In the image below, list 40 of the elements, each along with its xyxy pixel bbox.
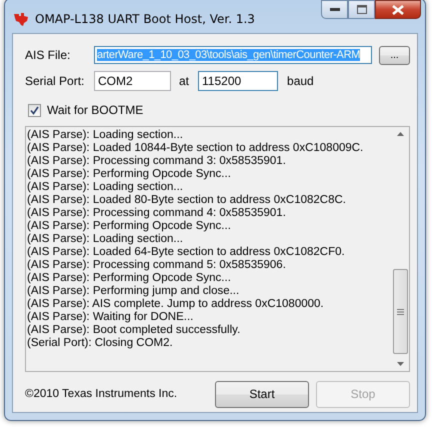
log-line: (AIS Parse): Processing command 5: 0x58535906. — [27, 259, 287, 272]
log-line: (AIS Parse): Loading section... — [27, 233, 184, 246]
baud-label: baud — [287, 74, 314, 88]
state-logo-icon — [13, 11, 29, 27]
window-title: OMAP-L138 UART Boot Host, Ver. 1.3 — [35, 12, 255, 26]
close-button[interactable] — [375, 0, 421, 19]
log-line: (AIS Parse): Processing command 3: 0x58535901. — [27, 155, 287, 168]
log-line: (AIS Parse): Loading section... — [27, 129, 184, 142]
at-label: at — [179, 74, 190, 88]
close-icon — [392, 4, 404, 14]
checkbox[interactable] — [28, 104, 41, 116]
log-line: (AIS Parse): AIS complete. Jump to address 0xC1080000. — [27, 298, 325, 311]
scroll-down-icon[interactable] — [397, 362, 404, 366]
log-line: (AIS Parse): Waiting for DONE... — [27, 311, 194, 324]
log-line: (AIS Parse): Performing Opcode Sync... — [27, 168, 232, 181]
log-line: (Serial Port): Closing COM2. — [27, 337, 174, 350]
checkbox-label: Wait for BOOTME — [47, 103, 144, 117]
maximize-icon — [356, 5, 366, 14]
minimize-icon — [330, 8, 340, 12]
log-line: (AIS Parse): Performing jump and close... — [27, 285, 240, 298]
log-line: (AIS Parse): Performing Opcode Sync... — [27, 272, 232, 285]
log-line: (AIS Parse): Loading section... — [27, 181, 184, 194]
scrollbar-thumb[interactable] — [393, 269, 408, 354]
log-line: (AIS Parse): Boot completed successfully. — [27, 324, 242, 337]
log-line: (AIS Parse): Loaded 80-Byte section to address 0xC1082C8C. — [27, 194, 347, 207]
start-button[interactable]: Start — [215, 380, 309, 408]
scroll-up-icon[interactable] — [397, 132, 404, 136]
copyright-text: ©2010 Texas Instruments Inc. — [25, 388, 178, 400]
minimize-button[interactable] — [321, 0, 348, 19]
browse-button[interactable]: ... — [379, 46, 410, 64]
baud-rate-field[interactable]: 115200 — [198, 71, 278, 91]
log-line: (AIS Parse): Processing command 4: 0x58535901. — [27, 207, 287, 220]
ais-file-label: AIS File: — [25, 48, 72, 62]
log-line: (AIS Parse): Loaded 64-Byte section to address 0xC1082CF0. — [27, 246, 346, 259]
maximize-button[interactable] — [348, 0, 375, 19]
log-line: (AIS Parse): Performing Opcode Sync... — [27, 220, 232, 233]
log-line: (AIS Parse): Loaded 10844-Byte section to address 0xC108009C. — [27, 142, 364, 155]
serial-port-field[interactable]: COM2 — [94, 71, 171, 91]
serial-port-label: Serial Port: — [25, 74, 86, 88]
file-path-text: arterWare_1_10_03_03\tools\ais_gen\timerCounter-ARM — [97, 49, 360, 61]
